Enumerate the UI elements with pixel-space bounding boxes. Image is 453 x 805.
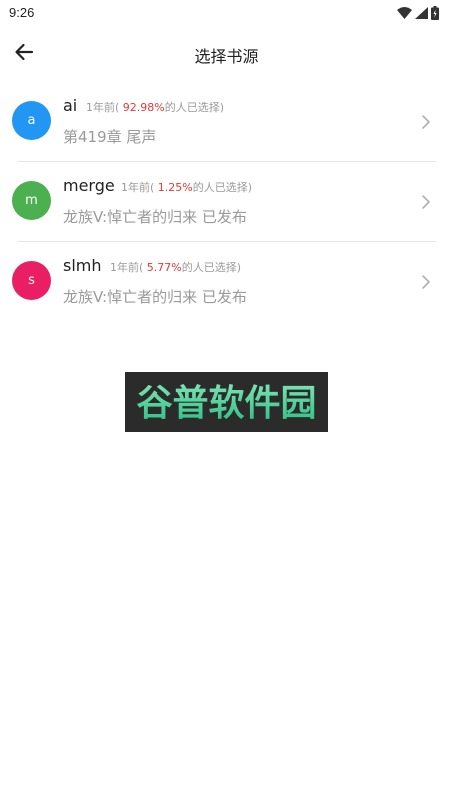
meta-prefix: 1年前(	[121, 181, 155, 194]
source-name: slmh	[63, 256, 102, 275]
source-meta: 1年前( 5.77%的人已选择)	[110, 259, 241, 275]
source-meta: 1年前( 92.98%的人已选择)	[86, 99, 224, 115]
wifi-icon	[397, 7, 412, 19]
source-name: ai	[63, 96, 78, 115]
watermark-label: 谷普软件园	[136, 383, 316, 424]
latest-chapter: 龙族V:悼亡者的归来 已发布	[63, 208, 247, 226]
avatar: a	[12, 101, 51, 140]
source-meta: 1年前( 1.25%的人已选择)	[121, 179, 252, 195]
cellular-signal-icon	[415, 7, 428, 19]
avatar: m	[12, 181, 51, 220]
status-bar: 9:26	[0, 0, 453, 26]
meta-suffix: 的人已选择)	[164, 101, 225, 114]
meta-suffix: 的人已选择)	[192, 181, 253, 194]
status-icons	[397, 6, 439, 20]
app-bar: 选择书源	[0, 26, 453, 82]
watermark-text: 谷普软件园	[136, 383, 316, 424]
source-name: merge	[63, 176, 115, 195]
source-list: a ai 1年前( 92.98%的人已选择) 第419章 尾声 m merge …	[0, 82, 453, 322]
meta-prefix: 1年前(	[86, 101, 120, 114]
watermark-logo: 谷普软件园	[125, 372, 328, 432]
chevron-right-icon	[422, 115, 430, 129]
avatar: s	[12, 261, 51, 300]
selection-percent: 5.77%	[146, 261, 182, 274]
selection-percent: 92.98%	[122, 101, 165, 114]
latest-chapter: 龙族V:悼亡者的归来 已发布	[63, 288, 247, 306]
latest-chapter: 第419章 尾声	[63, 128, 157, 146]
page-title: 选择书源	[194, 47, 259, 66]
meta-prefix: 1年前(	[110, 261, 144, 274]
chevron-right-icon	[422, 275, 430, 289]
selection-percent: 1.25%	[157, 181, 193, 194]
source-item-merge[interactable]: m merge 1年前( 1.25%的人已选择) 龙族V:悼亡者的归来 已发布	[0, 162, 453, 242]
meta-suffix: 的人已选择)	[181, 261, 242, 274]
battery-icon	[431, 6, 439, 20]
status-time: 9:26	[9, 5, 35, 20]
source-item-slmh[interactable]: s slmh 1年前( 5.77%的人已选择) 龙族V:悼亡者的归来 已发布	[0, 242, 453, 322]
chevron-right-icon	[422, 195, 430, 209]
source-item-ai[interactable]: a ai 1年前( 92.98%的人已选择) 第419章 尾声	[0, 82, 453, 162]
